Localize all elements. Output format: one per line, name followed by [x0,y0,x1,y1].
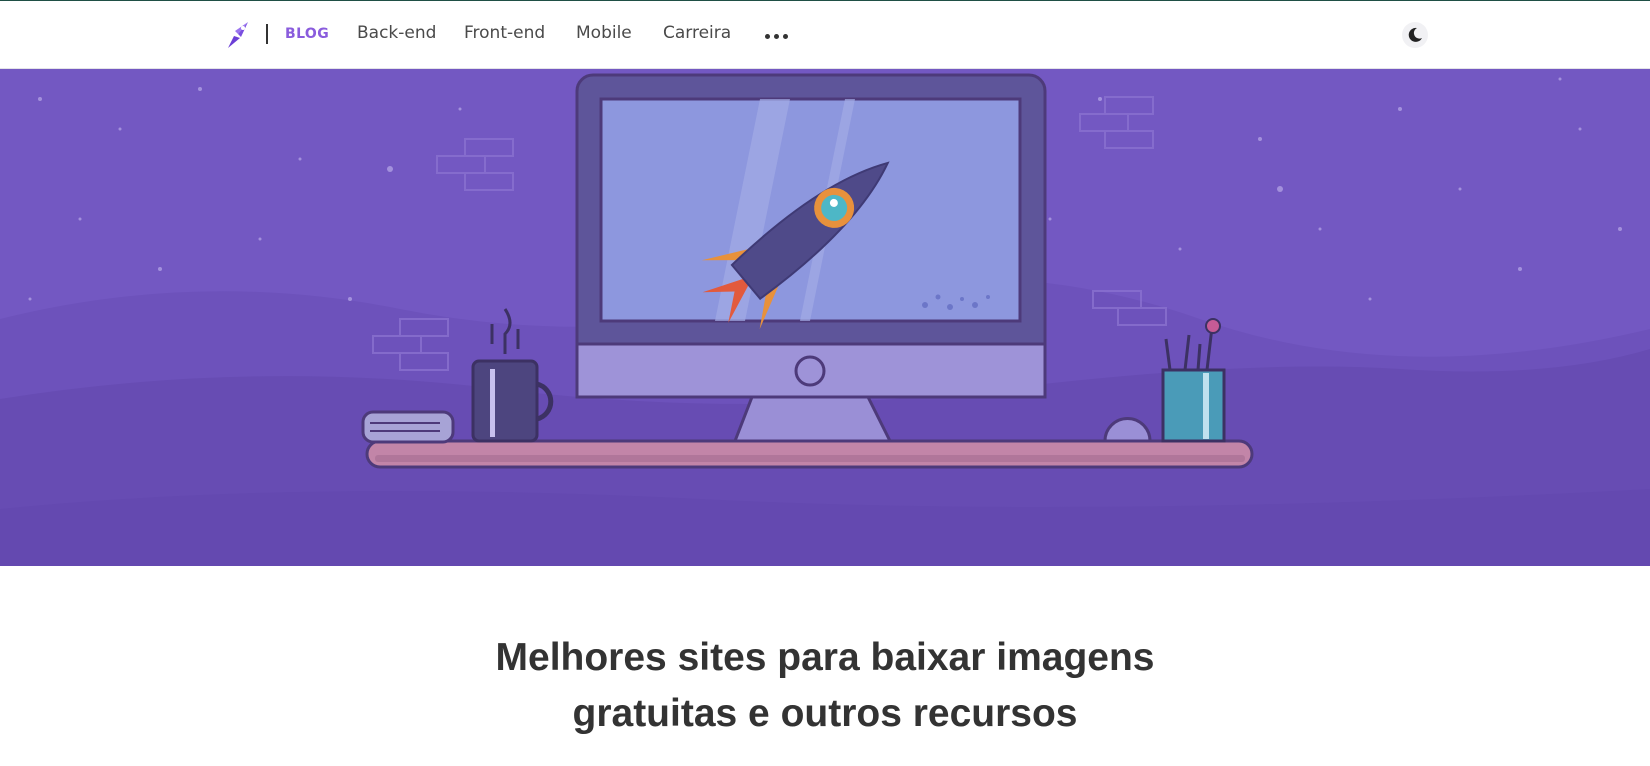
nav-front-end[interactable]: Front-end [464,23,545,43]
nav-back-end[interactable]: Back-end [357,23,436,43]
rocket-icon[interactable] [226,20,252,50]
article-header: Melhores sites para baixar imagens gratu… [0,630,1650,742]
article-title: Melhores sites para baixar imagens gratu… [495,636,1155,735]
nav-carreira[interactable]: Carreira [663,23,731,43]
blog-label[interactable]: BLOG [285,26,329,42]
top-navbar: BLOG Back-end Front-end Mobile Carreira [0,1,1650,69]
more-dots-icon[interactable] [762,23,792,49]
desk-computer-rocket-illustration [0,69,1650,566]
nav-mobile[interactable]: Mobile [576,23,632,43]
theme-toggle-button[interactable] [1402,22,1428,48]
moon-icon [1408,27,1422,42]
divider [266,24,268,44]
hero-banner [0,69,1650,566]
